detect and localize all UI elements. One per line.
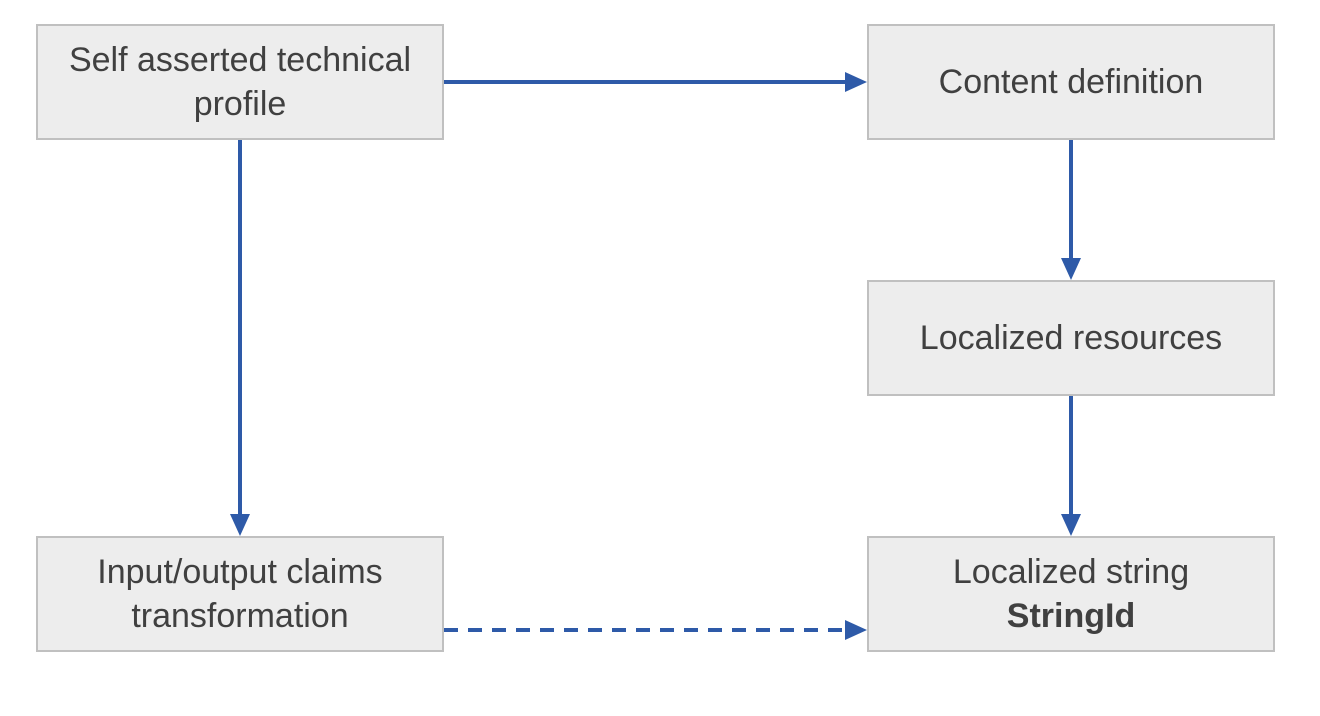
input-output-line2: transformation (131, 594, 348, 638)
arrowhead-inputoutput-to-string (845, 620, 867, 640)
input-output-line1: Input/output claims (97, 550, 382, 594)
content-definition-box: Content definition (867, 24, 1275, 140)
self-asserted-line1: Self asserted technical (69, 38, 411, 82)
arrowhead-resources-to-string (1061, 514, 1081, 536)
localized-string-line2: StringId (1007, 594, 1135, 638)
localized-string-box: Localized string StringId (867, 536, 1275, 652)
self-asserted-technical-profile-box: Self asserted technical profile (36, 24, 444, 140)
arrowhead-self-to-content (845, 72, 867, 92)
arrowhead-content-to-resources (1061, 258, 1081, 280)
localized-string-line1: Localized string (953, 550, 1189, 594)
self-asserted-line2: profile (194, 82, 287, 126)
content-definition-text: Content definition (939, 60, 1204, 104)
localized-resources-box: Localized resources (867, 280, 1275, 396)
arrowhead-self-to-inputoutput (230, 514, 250, 536)
input-output-claims-box: Input/output claims transformation (36, 536, 444, 652)
localized-resources-text: Localized resources (920, 316, 1222, 360)
